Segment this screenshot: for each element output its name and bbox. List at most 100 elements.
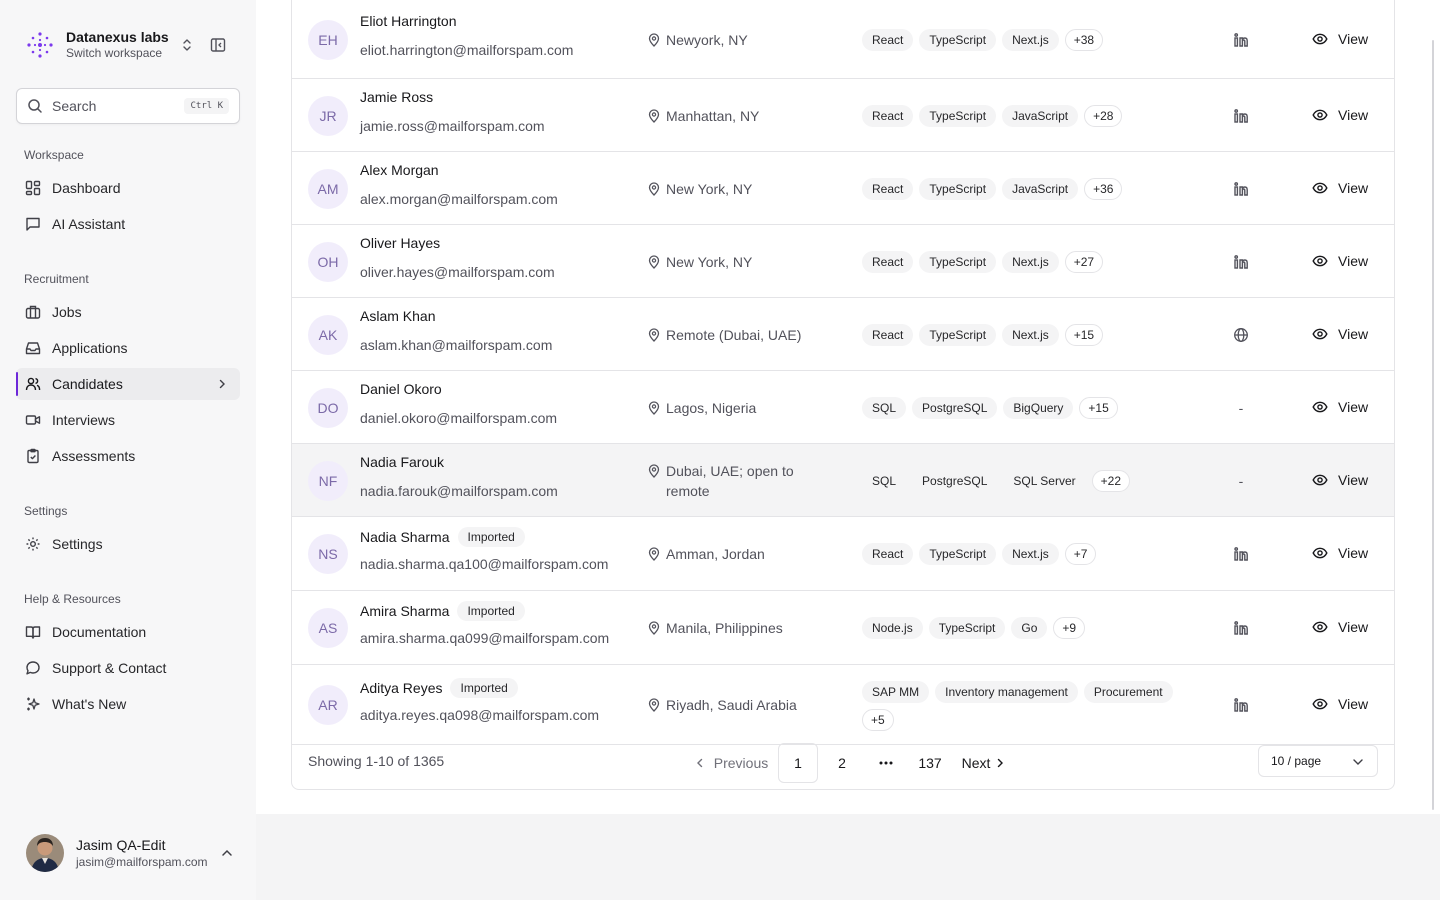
search-input[interactable]: Search Ctrl K	[16, 88, 240, 124]
table-row[interactable]: AM Alex Morgan alex.morgan@mailforspam.c…	[292, 152, 1394, 225]
linkedin-icon[interactable]	[1232, 31, 1250, 49]
candidate-name[interactable]: Eliot Harrington	[360, 13, 457, 29]
view-button[interactable]: View	[1312, 618, 1368, 636]
linkedin-icon[interactable]	[1232, 696, 1250, 714]
sidebar-collapse-icon[interactable]	[208, 35, 228, 55]
table-row[interactable]: NS Nadia Sharma Imported nadia.sharma.qa…	[292, 517, 1394, 591]
chevrons-up-down-icon[interactable]	[179, 36, 195, 54]
more-skills-badge[interactable]: +36	[1084, 177, 1123, 200]
page-button-2[interactable]: 2	[822, 743, 862, 783]
skill-tag: JavaScript	[1002, 104, 1079, 127]
view-button[interactable]: View	[1312, 179, 1368, 197]
candidate-name[interactable]: Oliver Hayes	[360, 235, 440, 251]
more-skills-badge[interactable]: +5	[862, 709, 894, 731]
section-label-help: Help & Resources	[24, 592, 121, 606]
table-row[interactable]: AS Amira Sharma Imported amira.sharma.qa…	[292, 591, 1394, 665]
dashboard-icon	[24, 179, 42, 197]
candidate-location: Lagos, Nigeria	[648, 398, 818, 418]
table-row[interactable]: OH Oliver Hayes oliver.hayes@mailforspam…	[292, 225, 1394, 298]
more-skills-badge[interactable]: +7	[1064, 543, 1097, 565]
workspace-logo-icon	[24, 29, 56, 61]
more-skills-badge[interactable]: +38	[1064, 29, 1104, 51]
view-button[interactable]: View	[1312, 252, 1368, 270]
skill-tag: SAP MM	[862, 681, 930, 703]
view-label: View	[1338, 252, 1369, 269]
view-button[interactable]: View	[1312, 398, 1368, 416]
nav-item-settings[interactable]: Settings	[16, 528, 240, 560]
view-button[interactable]: View	[1312, 106, 1368, 124]
page-size-select[interactable]: 10 / page	[1258, 745, 1378, 777]
skill-tag: TypeScript	[919, 104, 997, 127]
briefcase-icon	[24, 303, 42, 321]
table-row[interactable]: NF Nadia Farouk nadia.farouk@mailforspam…	[292, 444, 1394, 517]
next-page-button[interactable]: Next	[954, 743, 1016, 783]
linkedin-icon[interactable]	[1232, 545, 1250, 563]
nav-item-interviews[interactable]: Interviews	[16, 404, 240, 436]
scrollbar[interactable]	[1430, 40, 1436, 810]
nav-item-dashboard[interactable]: Dashboard	[16, 172, 240, 204]
page-button-1[interactable]: 1	[778, 743, 818, 783]
more-skills-badge[interactable]: +15	[1064, 323, 1104, 346]
candidate-name[interactable]: Aditya Reyes Imported	[360, 678, 518, 698]
user-menu[interactable]: Jasim QA-Edit jasim@mailforspam.com	[8, 814, 248, 892]
candidate-name-text: Amira Sharma	[360, 603, 450, 619]
skill-tag: TypeScript	[919, 323, 997, 346]
candidate-name[interactable]: Daniel Okoro	[360, 381, 442, 397]
previous-page-button[interactable]: Previous	[688, 743, 774, 783]
table-row[interactable]: EH Eliot Harrington eliot.harrington@mai…	[292, 1, 1394, 79]
nav-item-whats-new[interactable]: What's New	[16, 688, 240, 720]
clipboard-check-icon	[24, 447, 42, 465]
more-skills-badge[interactable]: +28	[1084, 104, 1123, 127]
view-button[interactable]: View	[1312, 471, 1368, 489]
table-row[interactable]: AK Aslam Khan aslam.khan@mailforspam.com…	[292, 298, 1394, 371]
view-button[interactable]: View	[1312, 544, 1368, 562]
more-skills-badge[interactable]: +15	[1079, 396, 1118, 419]
skill-tags: React TypeScript JavaScript +28	[862, 104, 1192, 127]
candidate-name[interactable]: Alex Morgan	[360, 162, 439, 178]
chevron-up-icon[interactable]	[220, 846, 234, 860]
more-skills-badge[interactable]: +22	[1091, 469, 1130, 492]
table-row[interactable]: JR Jamie Ross jamie.ross@mailforspam.com…	[292, 79, 1394, 152]
view-button[interactable]: View	[1312, 325, 1368, 343]
nav-item-jobs[interactable]: Jobs	[16, 296, 240, 328]
linkedin-icon[interactable]	[1232, 619, 1250, 637]
sidebar: Datanexus labs Switch workspace Search C…	[0, 0, 256, 900]
candidate-name-text: Eliot Harrington	[360, 13, 457, 29]
nav-item-support[interactable]: Support & Contact	[16, 652, 240, 684]
skill-tags: React TypeScript Next.js +7	[862, 543, 1192, 565]
skill-tags: React TypeScript Next.js +38	[862, 29, 1192, 51]
nav-item-assessments[interactable]: Assessments	[16, 440, 240, 472]
nav-label: Settings	[52, 536, 103, 552]
skill-tag: TypeScript	[928, 617, 1006, 639]
candidate-name[interactable]: Nadia Farouk	[360, 454, 444, 470]
candidate-name[interactable]: Aslam Khan	[360, 308, 435, 324]
map-pin-icon	[648, 618, 664, 638]
linkedin-icon[interactable]	[1232, 180, 1250, 198]
candidate-name[interactable]: Amira Sharma Imported	[360, 601, 525, 621]
more-skills-badge[interactable]: +27	[1064, 250, 1104, 273]
scrollbar-thumb[interactable]	[1432, 40, 1434, 810]
view-button[interactable]: View	[1312, 695, 1368, 713]
workspace-subtitle: Switch workspace	[66, 46, 163, 60]
nav-item-candidates[interactable]: Candidates	[16, 368, 240, 400]
view-button[interactable]: View	[1312, 30, 1368, 48]
linkedin-icon[interactable]	[1232, 107, 1250, 125]
eye-icon	[1312, 471, 1330, 489]
linkedin-icon[interactable]	[1232, 253, 1250, 271]
page-button-last[interactable]: 137	[910, 743, 950, 783]
globe-icon[interactable]	[1232, 326, 1250, 344]
map-pin-icon	[648, 398, 664, 418]
nav-item-ai-assistant[interactable]: AI Assistant	[16, 208, 240, 240]
nav-label: Candidates	[52, 376, 123, 392]
candidate-name[interactable]: Nadia Sharma Imported	[360, 527, 525, 547]
next-label: Next	[961, 755, 991, 771]
avatar	[26, 834, 64, 872]
nav-item-documentation[interactable]: Documentation	[16, 616, 240, 648]
candidate-name[interactable]: Jamie Ross	[360, 89, 433, 105]
table-row[interactable]: AR Aditya Reyes Imported aditya.reyes.qa…	[292, 665, 1394, 745]
workspace-switcher[interactable]: Datanexus labs Switch workspace	[24, 28, 234, 62]
table-row[interactable]: DO Daniel Okoro daniel.okoro@mailforspam…	[292, 371, 1394, 444]
more-pages-icon[interactable]	[866, 743, 906, 783]
more-skills-badge[interactable]: +9	[1053, 617, 1086, 639]
nav-item-applications[interactable]: Applications	[16, 332, 240, 364]
